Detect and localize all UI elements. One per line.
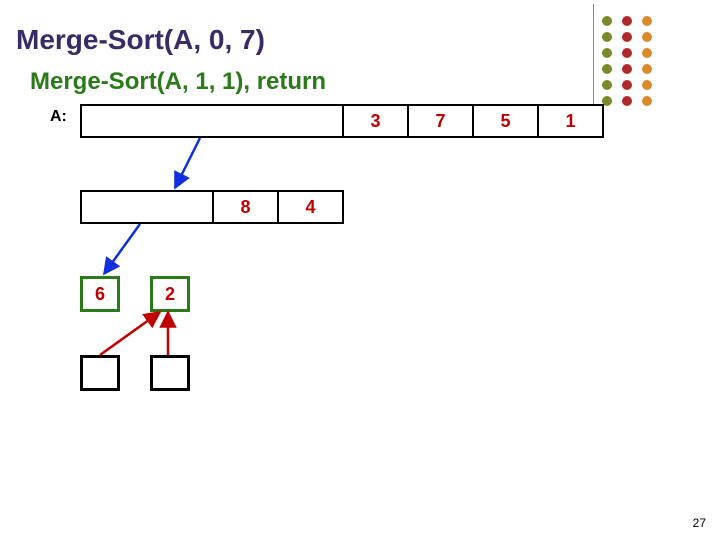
- leaf-box-right: 2: [150, 276, 190, 312]
- array-cell: [147, 106, 212, 136]
- slide-title: Merge-Sort(A, 0, 7): [16, 24, 265, 56]
- array-cell: 1: [537, 106, 602, 136]
- leaf-box-left: 6: [80, 276, 120, 312]
- slide-subtitle: Merge-Sort(A, 1, 1), return: [30, 68, 326, 96]
- array-cell: [82, 192, 147, 222]
- leaf-box-empty-right: [150, 355, 190, 391]
- leaf-value: 2: [165, 284, 175, 305]
- array-row-mid: 8 4: [80, 190, 344, 224]
- page-number: 27: [693, 516, 706, 530]
- array-cell: 8: [212, 192, 277, 222]
- array-cell: 7: [407, 106, 472, 136]
- leaf-value: 6: [95, 284, 105, 305]
- array-cell: [277, 106, 342, 136]
- array-cell: [212, 106, 277, 136]
- array-cell: 3: [342, 106, 407, 136]
- leaf-box-empty-left: [80, 355, 120, 391]
- array-cell: 4: [277, 192, 342, 222]
- array-cell: [147, 192, 212, 222]
- decorative-dots: [602, 16, 692, 106]
- array-label: A:: [50, 108, 67, 126]
- array-row-top: 3 7 5 1: [80, 104, 604, 138]
- array-cell: 5: [472, 106, 537, 136]
- array-cell: [82, 106, 147, 136]
